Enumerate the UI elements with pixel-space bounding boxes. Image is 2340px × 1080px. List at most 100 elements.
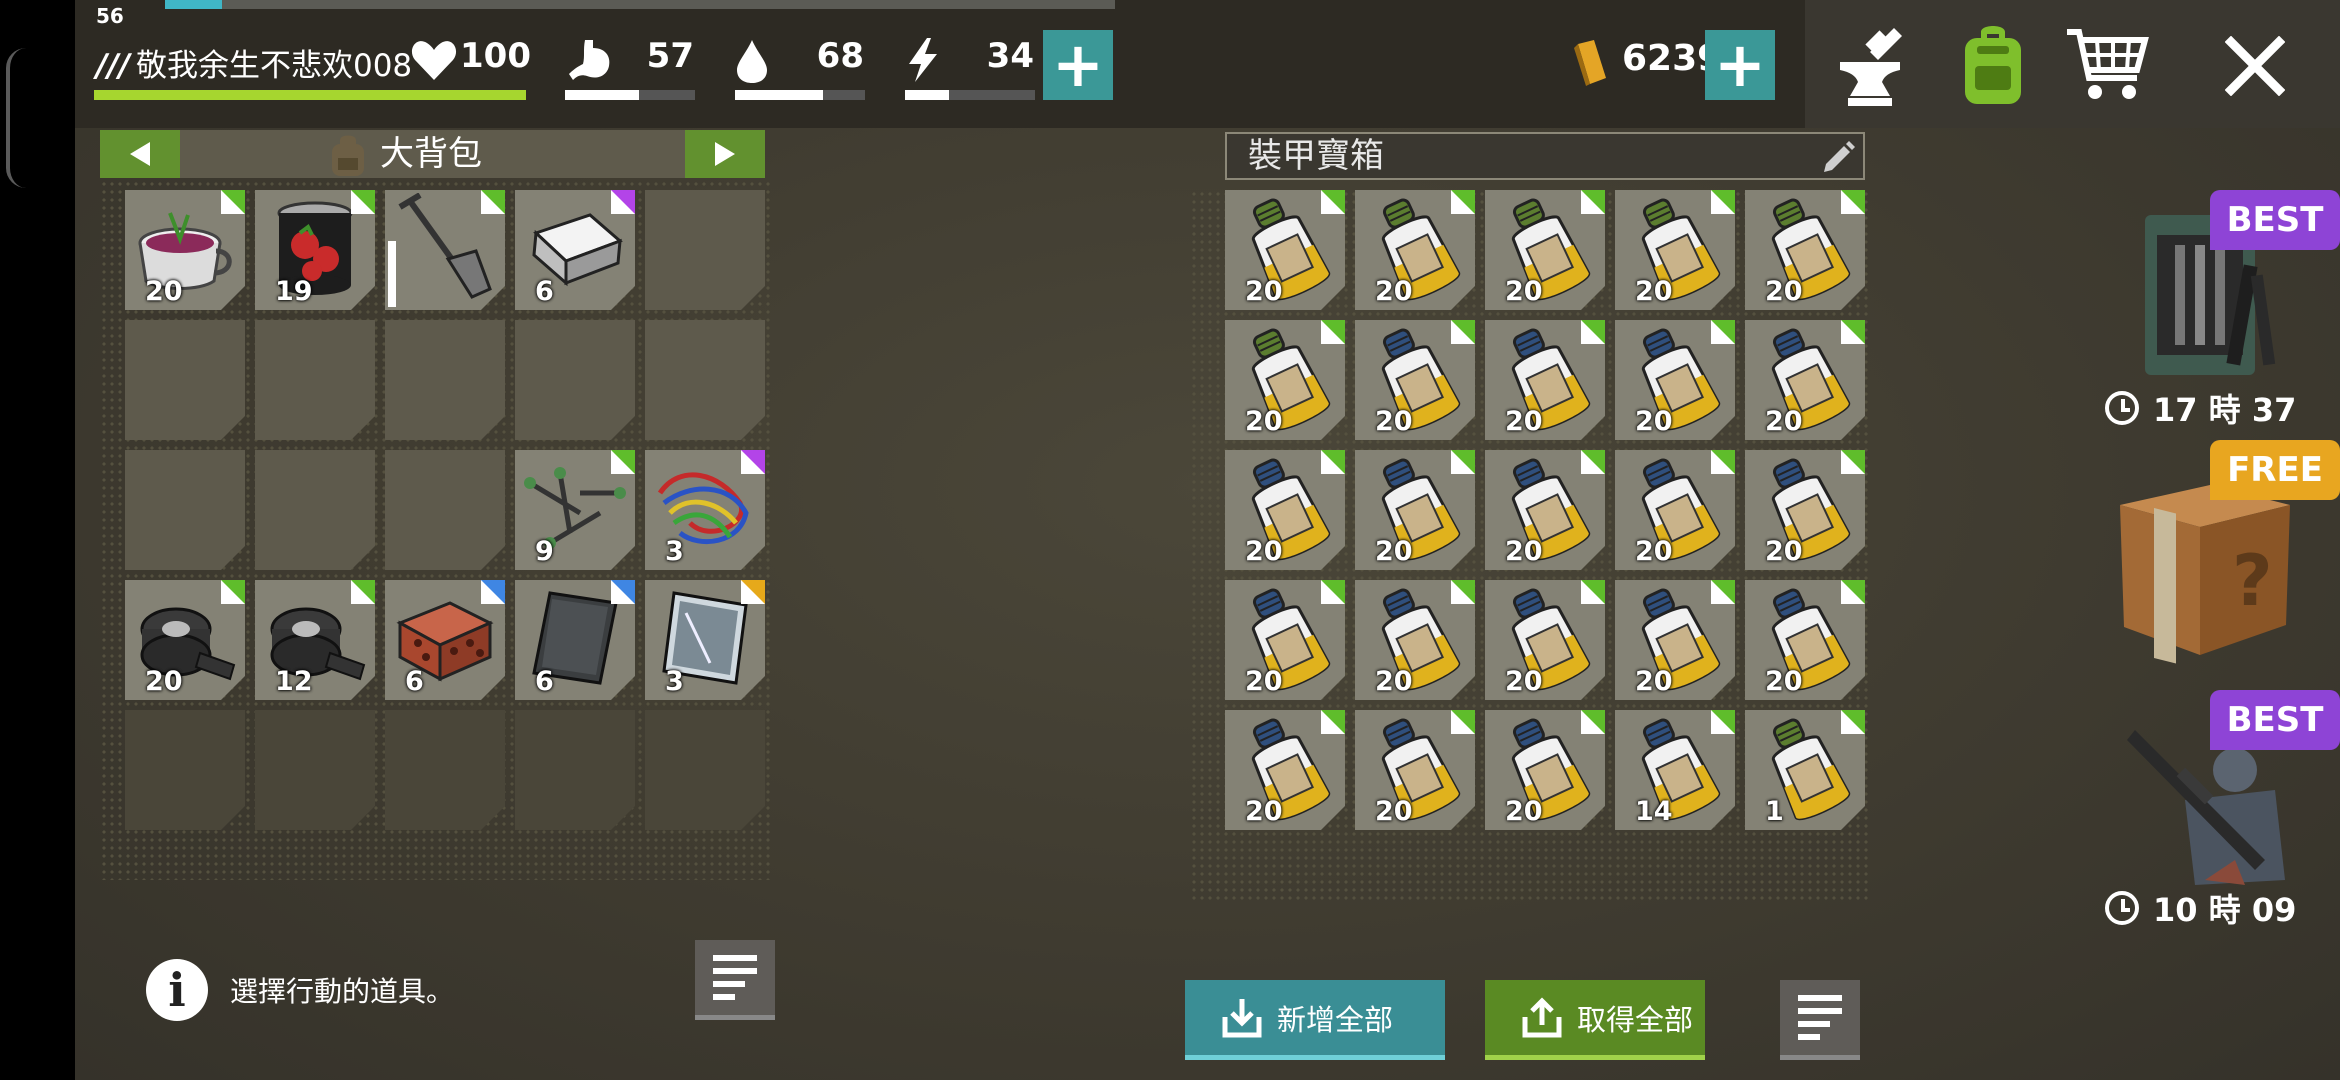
backpack-empty-slot[interactable] [125, 450, 245, 570]
cart-icon[interactable] [2065, 22, 2149, 108]
xp-bar [165, 0, 1115, 9]
backpack-locked-slot [125, 710, 245, 830]
backpack-slot[interactable]: 6 [385, 580, 505, 700]
item-count: 20 [1375, 536, 1413, 567]
backpack-icon[interactable] [1955, 22, 2031, 108]
take-all-button[interactable]: 取得全部 [1485, 980, 1705, 1060]
item-count: 14 [1635, 796, 1673, 827]
chest-slot[interactable]: 20 [1355, 580, 1475, 700]
rarity-corner [1451, 450, 1475, 474]
offer-timer-text: 10 時 09 [2153, 891, 2297, 929]
chest-slot[interactable]: 20 [1355, 320, 1475, 440]
sort-line [1798, 1034, 1820, 1040]
refill-stats-button[interactable]: + [1043, 30, 1113, 100]
item-count: 12 [275, 666, 313, 697]
chest-slot[interactable]: 20 [1745, 580, 1865, 700]
sort-line [1798, 1008, 1842, 1014]
item-count: 20 [1375, 796, 1413, 827]
chest-slot[interactable]: 20 [1615, 450, 1735, 570]
backpack-empty-slot[interactable] [385, 450, 505, 570]
chest-slot[interactable]: 20 [1485, 710, 1605, 830]
rarity-corner [1711, 320, 1735, 344]
chest-slot[interactable]: 20 [1745, 190, 1865, 310]
anvil-icon[interactable] [1830, 22, 1910, 108]
clock-icon [2105, 391, 2139, 425]
chest-slot[interactable]: 20 [1355, 190, 1475, 310]
player-name: 敬我余生不悲欢008 [135, 48, 413, 84]
rarity-corner [481, 190, 505, 214]
edit-pencil-icon[interactable] [1822, 140, 1856, 174]
chest-slot[interactable]: 1 [1745, 710, 1865, 830]
withdraw-icon [1522, 996, 1562, 1037]
chest-slot[interactable]: 20 [1225, 710, 1345, 830]
add-all-button[interactable]: 新增全部 [1185, 980, 1445, 1060]
backpack-empty-slot[interactable] [645, 190, 765, 310]
heart-icon [411, 41, 457, 80]
chest-slot[interactable]: 20 [1225, 190, 1345, 310]
clock-icon [2105, 891, 2139, 925]
chest-slot[interactable]: 20 [1355, 450, 1475, 570]
item-count: 20 [1505, 796, 1543, 827]
close-icon[interactable] [2225, 36, 2285, 96]
rarity-corner [1321, 450, 1345, 474]
chest-slot[interactable]: 20 [1745, 320, 1865, 440]
backpack-slot[interactable]: 12 [255, 580, 375, 700]
item-count: 20 [1505, 406, 1543, 437]
backpack-empty-slot[interactable] [255, 320, 375, 440]
chest-slot[interactable]: 20 [1355, 710, 1475, 830]
chest-slot[interactable]: 20 [1485, 190, 1605, 310]
chest-slot[interactable]: 20 [1225, 450, 1345, 570]
info-icon: i [146, 959, 208, 1021]
backpack-slot[interactable]: 3 [645, 450, 765, 570]
chest-slot[interactable]: 20 [1485, 320, 1605, 440]
water-value: 68 [816, 36, 864, 76]
backpack-slot[interactable]: 6 [515, 580, 635, 700]
backpack-locked-slot [255, 710, 375, 830]
chest-slot[interactable]: 20 [1225, 320, 1345, 440]
chest-slot[interactable]: 20 [1745, 450, 1865, 570]
chest-slot[interactable]: 20 [1615, 320, 1735, 440]
gesture-handle [6, 48, 26, 188]
rarity-corner [1581, 320, 1605, 344]
rarity-corner [1581, 190, 1605, 214]
buy-gold-button[interactable]: + [1705, 30, 1775, 100]
backpack-slot[interactable]: 20 [125, 190, 245, 310]
item-count: 20 [1245, 796, 1283, 827]
chest-slot[interactable]: 20 [1225, 580, 1345, 700]
item-count: 20 [145, 276, 183, 307]
energy-bar [905, 90, 1035, 100]
prev-bag-button[interactable] [100, 130, 180, 178]
chest-slot[interactable]: 20 [1485, 450, 1605, 570]
backpack-slot[interactable]: 9 [515, 450, 635, 570]
backpack-slot[interactable]: 3 [645, 580, 765, 700]
item-count: 20 [1765, 666, 1803, 697]
info-text: 選擇行動的道具。 [230, 975, 455, 1008]
sort-chest-button[interactable] [1780, 980, 1860, 1060]
backpack-empty-slot[interactable] [645, 320, 765, 440]
item-count: 20 [1245, 406, 1283, 437]
backpack-slot[interactable]: 20 [125, 580, 245, 700]
backpack-empty-slot[interactable] [125, 320, 245, 440]
sort-line [1798, 1021, 1830, 1027]
item-count: 20 [1245, 276, 1283, 307]
rarity-corner [1321, 320, 1345, 344]
sort-backpack-button[interactable] [695, 940, 775, 1020]
health-value: 100 [460, 36, 531, 76]
chest-slot[interactable]: 20 [1615, 580, 1735, 700]
chest-slot[interactable]: 20 [1485, 580, 1605, 700]
chest-slot[interactable]: 14 [1615, 710, 1735, 830]
backpack-empty-slot[interactable] [515, 320, 635, 440]
sort-line [713, 994, 735, 1000]
backpack-slot[interactable]: 19 [255, 190, 375, 310]
item-count: 19 [275, 276, 313, 307]
next-bag-button[interactable] [685, 130, 765, 178]
food-value: 57 [646, 36, 694, 76]
backpack-slot[interactable] [385, 190, 505, 310]
backpack-slot[interactable]: 6 [515, 190, 635, 310]
item-count: 20 [145, 666, 183, 697]
chest-slot[interactable]: 20 [1615, 190, 1735, 310]
backpack-empty-slot[interactable] [255, 450, 375, 570]
backpack-empty-slot[interactable] [385, 320, 505, 440]
item-count: 20 [1505, 276, 1543, 307]
rarity-corner [1451, 710, 1475, 734]
